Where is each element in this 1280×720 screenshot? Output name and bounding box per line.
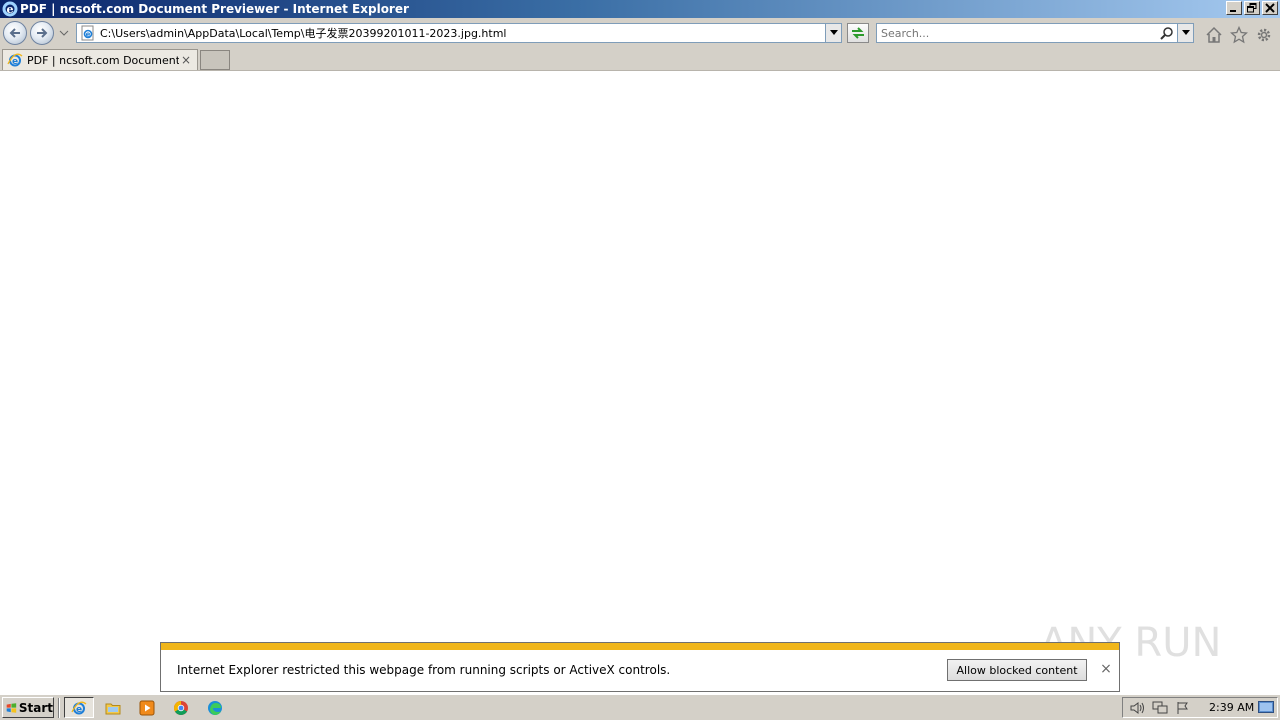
chevron-down-icon bbox=[1181, 30, 1190, 35]
forward-button[interactable] bbox=[30, 21, 54, 45]
tab-close-icon[interactable]: × bbox=[179, 53, 193, 67]
network-button[interactable] bbox=[1151, 700, 1169, 716]
svg-text:e: e bbox=[7, 3, 14, 16]
history-dropdown-icon[interactable] bbox=[59, 29, 69, 37]
search-box[interactable] bbox=[876, 23, 1194, 43]
tools-button[interactable] bbox=[1255, 26, 1273, 44]
chevron-down-icon bbox=[829, 30, 838, 35]
svg-text:e: e bbox=[12, 57, 18, 67]
flag-icon bbox=[1177, 701, 1188, 714]
page-ie-icon: e bbox=[81, 25, 94, 41]
address-bar[interactable]: e C:\Users\admin\AppData\Local\Temp\电子发票… bbox=[76, 23, 842, 43]
system-tray: 2:39 AM bbox=[1122, 697, 1278, 718]
taskbar-edge[interactable] bbox=[200, 697, 230, 718]
notification-stripe bbox=[161, 643, 1119, 650]
search-icon[interactable] bbox=[1159, 25, 1175, 41]
svg-text:e: e bbox=[86, 31, 91, 39]
notification-close-icon[interactable]: × bbox=[1098, 661, 1114, 677]
restore-icon bbox=[1247, 3, 1257, 13]
search-dropdown-button[interactable] bbox=[1177, 24, 1193, 42]
close-button[interactable] bbox=[1262, 1, 1278, 15]
speaker-icon bbox=[1130, 701, 1144, 714]
gear-icon bbox=[1257, 28, 1271, 42]
tab-bar: e PDF | ncsoft.com Document ... × bbox=[0, 48, 1280, 71]
media-player-icon bbox=[139, 700, 155, 715]
taskbar: Start e 2:39 AM bbox=[0, 694, 1280, 720]
tab-pdf-previewer[interactable]: e PDF | ncsoft.com Document ... × bbox=[2, 49, 198, 70]
notification-message: Internet Explorer restricted this webpag… bbox=[177, 663, 671, 677]
refresh-arrows-icon bbox=[852, 27, 864, 39]
network-icon bbox=[1152, 701, 1168, 713]
home-button[interactable] bbox=[1205, 26, 1223, 44]
navigation-bar: e C:\Users\admin\AppData\Local\Temp\电子发票… bbox=[0, 18, 1280, 48]
start-button[interactable]: Start bbox=[2, 697, 54, 718]
minimize-button[interactable] bbox=[1226, 1, 1242, 15]
chrome-icon bbox=[174, 700, 188, 715]
address-dropdown-button[interactable] bbox=[825, 24, 841, 42]
start-label: Start bbox=[18, 700, 53, 715]
window-title: PDF | ncsoft.com Document Previewer - In… bbox=[20, 2, 409, 16]
taskbar-media-player[interactable] bbox=[132, 697, 162, 718]
minimize-icon bbox=[1230, 10, 1236, 12]
back-button[interactable] bbox=[3, 21, 27, 45]
back-arrow-icon bbox=[9, 28, 20, 38]
title-bar: e PDF | ncsoft.com Document Previewer - … bbox=[0, 0, 1280, 18]
home-icon bbox=[1206, 26, 1222, 43]
volume-button[interactable] bbox=[1128, 700, 1146, 716]
edge-icon bbox=[208, 700, 222, 715]
folder-icon bbox=[105, 703, 121, 714]
taskbar-chrome[interactable] bbox=[166, 697, 196, 718]
restore-button[interactable] bbox=[1244, 1, 1260, 15]
taskbar-file-explorer[interactable] bbox=[98, 697, 128, 718]
window-controls bbox=[1226, 1, 1278, 15]
star-icon bbox=[1230, 26, 1248, 44]
compatibility-view-button[interactable] bbox=[847, 23, 869, 43]
taskbar-internet-explorer[interactable]: e bbox=[64, 697, 94, 718]
taskbar-separator bbox=[58, 698, 60, 718]
action-center-button[interactable] bbox=[1174, 700, 1192, 716]
show-desktop-icon[interactable] bbox=[1258, 700, 1274, 715]
forward-arrow-icon bbox=[37, 28, 48, 38]
svg-text:e: e bbox=[76, 705, 82, 715]
tab-label: PDF | ncsoft.com Document ... bbox=[27, 53, 179, 67]
clock[interactable]: 2:39 AM bbox=[1209, 701, 1254, 714]
favorites-button[interactable] bbox=[1230, 26, 1248, 44]
close-icon bbox=[1265, 3, 1275, 13]
page-content bbox=[0, 72, 1280, 694]
new-tab-button[interactable] bbox=[200, 50, 230, 70]
search-input[interactable] bbox=[877, 25, 1159, 41]
internet-explorer-icon: e bbox=[2, 1, 18, 17]
internet-explorer-icon: e bbox=[7, 53, 23, 67]
allow-blocked-content-button[interactable]: Allow blocked content bbox=[947, 659, 1087, 681]
internet-explorer-icon: e bbox=[71, 701, 87, 715]
windows-logo-icon bbox=[6, 702, 17, 713]
address-text[interactable]: C:\Users\admin\AppData\Local\Temp\电子发票20… bbox=[100, 25, 825, 41]
blocked-content-notification: Internet Explorer restricted this webpag… bbox=[160, 642, 1120, 692]
